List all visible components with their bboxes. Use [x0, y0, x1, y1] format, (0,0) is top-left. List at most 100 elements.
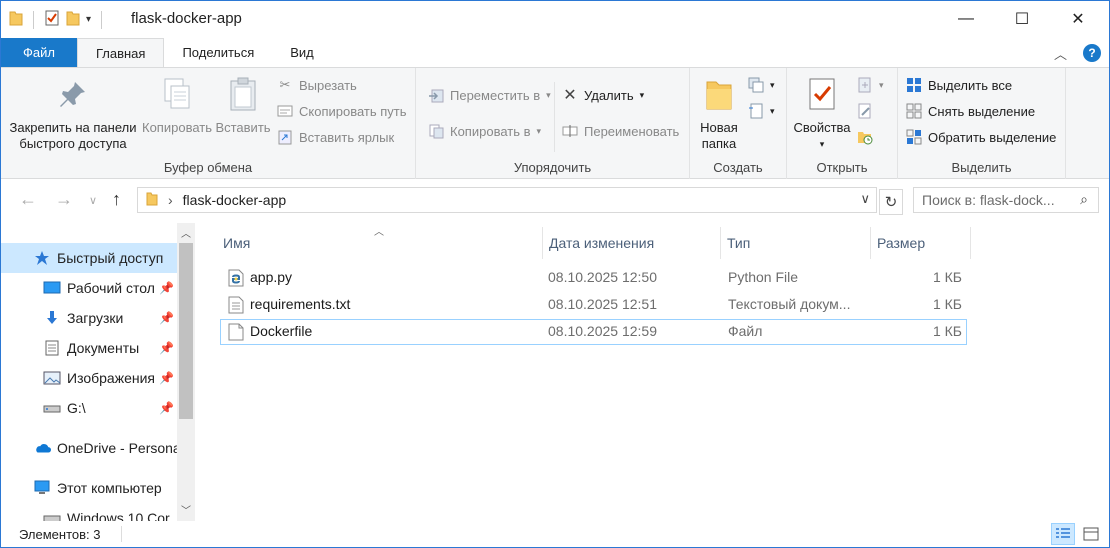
column-header-name[interactable]: Имя	[217, 227, 543, 259]
file-name: Dockerfile	[250, 323, 313, 339]
select-none-button[interactable]: Снять выделение	[906, 100, 1035, 122]
copy-path-button[interactable]: Скопировать путь	[277, 100, 407, 122]
nav-scrollbar[interactable]: ︿ ﹀	[177, 223, 195, 521]
python-file-icon	[228, 269, 244, 287]
search-icon[interactable]: ⌕	[1080, 191, 1088, 208]
pin-icon: 📌	[159, 371, 174, 385]
breadcrumb-chevron-icon[interactable]: ›	[168, 192, 173, 208]
nav-item-windows-drive[interactable]: Windows 10 Cor	[1, 503, 177, 521]
open-group-label: Открыть	[816, 160, 868, 175]
pin-label-1: Закрепить на панели	[9, 120, 137, 135]
column-header-date[interactable]: Дата изменения	[543, 227, 721, 259]
qat-divider	[33, 10, 34, 29]
up-arrow-icon[interactable]: ↑	[112, 189, 121, 210]
tab-view[interactable]: Вид	[272, 38, 332, 67]
details-view-icon	[1056, 528, 1070, 538]
move-to-label: Переместить в	[450, 87, 541, 103]
easy-access-button[interactable]: ▾	[748, 100, 775, 122]
pin-icon: 📌	[159, 341, 174, 355]
nav-label: G:\	[67, 400, 86, 416]
column-header-type[interactable]: Тип	[721, 227, 871, 259]
nav-item-this-pc[interactable]: Этот компьютер	[1, 473, 177, 503]
new-folder-button[interactable]: Новая папка	[694, 74, 744, 152]
customize-qat-icon[interactable]: ▾	[86, 14, 91, 25]
copy-to-icon	[428, 123, 444, 139]
search-input[interactable]: Поиск в: flask-dock... ⌕	[913, 187, 1099, 213]
star-icon	[33, 249, 51, 267]
collapse-ribbon-icon[interactable]: ︿	[1054, 44, 1067, 63]
address-dropdown-icon[interactable]: ∨	[860, 191, 870, 207]
invert-selection-icon	[906, 129, 922, 145]
maximize-button[interactable]: ☐	[999, 1, 1045, 37]
file-name: requirements.txt	[250, 296, 351, 312]
properties-icon[interactable]	[44, 9, 60, 30]
close-button[interactable]: ✕	[1055, 1, 1101, 37]
tab-file[interactable]: Файл	[1, 38, 77, 67]
nav-label: Быстрый доступ	[57, 250, 164, 266]
tab-share[interactable]: Поделиться	[164, 38, 272, 67]
pictures-icon	[43, 369, 61, 387]
nav-item-documents[interactable]: Документы 📌	[1, 333, 177, 363]
recent-locations-icon[interactable]: ∨	[89, 194, 97, 207]
file-type: Текстовый докум...	[728, 296, 851, 312]
breadcrumb-folder[interactable]: flask-docker-app	[183, 192, 287, 208]
copy-button[interactable]: Копировать	[139, 74, 215, 136]
paste-label: Вставить	[215, 120, 271, 135]
new-item-button[interactable]: ▾	[748, 74, 775, 96]
table-row[interactable]: app.py 08.10.2025 12:50 Python File 1 КБ	[220, 265, 967, 291]
status-divider	[121, 526, 122, 542]
nav-item-quick-access[interactable]: Быстрый доступ	[1, 243, 177, 273]
cut-button[interactable]: ✂ Вырезать	[277, 74, 357, 96]
properties-button[interactable]: Свойства ▾	[791, 74, 853, 152]
table-row[interactable]: requirements.txt 08.10.2025 12:51 Тексто…	[220, 292, 967, 318]
edit-button[interactable]	[857, 100, 873, 122]
dropdown-arrow-icon: ▾	[819, 139, 825, 149]
large-icons-view-button[interactable]	[1079, 523, 1103, 545]
paste-button[interactable]: Вставить	[215, 74, 271, 136]
select-all-button[interactable]: Выделить все	[906, 74, 1012, 96]
nav-item-desktop[interactable]: Рабочий стол 📌	[1, 273, 177, 303]
group-organize: Переместить в ▾ Копировать в ▾ ✕ Удалить…	[416, 68, 690, 179]
text-file-icon	[228, 296, 244, 314]
help-icon[interactable]: ?	[1083, 44, 1101, 62]
refresh-icon[interactable]: ↻	[879, 189, 903, 215]
scrollbar-thumb[interactable]	[179, 243, 193, 419]
dropdown-arrow-icon: ▾	[639, 89, 645, 100]
group-open: Свойства ▾ ▾ Открыть	[787, 68, 898, 179]
scroll-up-icon[interactable]: ︿	[181, 225, 191, 240]
minimize-button[interactable]: —	[943, 1, 989, 37]
copy-label: Копировать	[142, 120, 212, 135]
nav-item-onedrive[interactable]: OneDrive - Personal	[1, 433, 177, 463]
column-header-size[interactable]: Размер	[871, 227, 971, 259]
move-to-button[interactable]: Переместить в ▾	[428, 84, 551, 106]
rename-button[interactable]: Переименовать	[562, 120, 679, 142]
open-button[interactable]: ▾	[857, 74, 884, 96]
history-button[interactable]	[857, 126, 873, 148]
tab-home[interactable]: Главная	[76, 38, 165, 67]
nav-label: Изображения	[67, 370, 155, 386]
new-group-label: Создать	[713, 160, 763, 175]
nav-label: Windows 10 Cor	[67, 510, 170, 521]
delete-button[interactable]: ✕ Удалить ▾	[562, 84, 644, 106]
invert-selection-label: Обратить выделение	[928, 129, 1057, 145]
clipboard-icon	[223, 74, 263, 114]
invert-selection-button[interactable]: Обратить выделение	[906, 126, 1056, 148]
forward-arrow-icon[interactable]: →	[55, 189, 73, 210]
pin-quick-access-button[interactable]: Закрепить на панели быстрого доступа	[9, 74, 137, 152]
nav-label: Документы	[67, 340, 140, 356]
details-view-button[interactable]	[1051, 523, 1075, 545]
table-row[interactable]: Dockerfile 08.10.2025 12:59 Файл 1 КБ	[220, 319, 967, 345]
nav-item-downloads[interactable]: Загрузки 📌	[1, 303, 177, 333]
address-bar[interactable]: › flask-docker-app ∨	[137, 187, 877, 213]
select-none-label: Снять выделение	[928, 103, 1036, 119]
file-name: app.py	[250, 269, 293, 285]
nav-item-pictures[interactable]: Изображения 📌	[1, 363, 177, 393]
large-icons-view-icon	[1083, 527, 1099, 541]
nav-item-drive-g[interactable]: G:\ 📌	[1, 393, 177, 423]
back-arrow-icon[interactable]: ←	[19, 189, 37, 210]
paste-shortcut-button[interactable]: Вставить ярлык	[277, 126, 394, 148]
select-group-label: Выделить	[951, 160, 1012, 175]
copy-to-button[interactable]: Копировать в ▾	[428, 120, 541, 142]
scroll-down-icon[interactable]: ﹀	[181, 502, 191, 517]
new-folder-icon[interactable]	[66, 9, 80, 30]
